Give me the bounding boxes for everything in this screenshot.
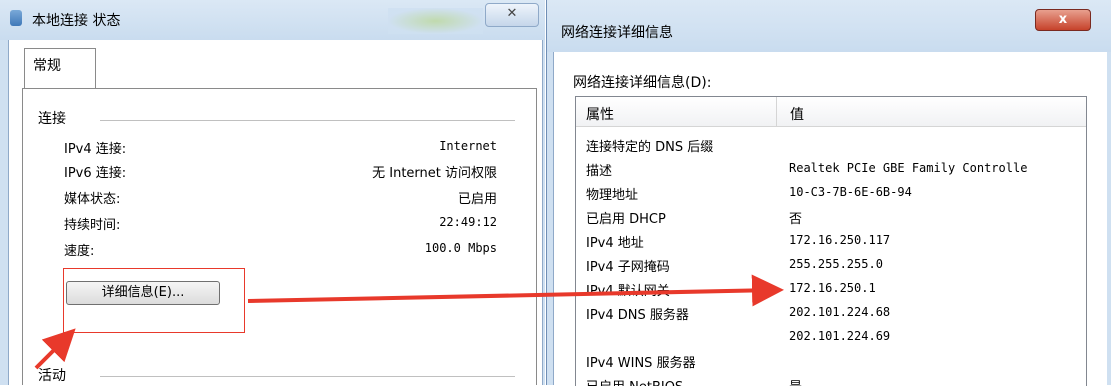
list-item-property: IPv4 DNS 服务器 <box>586 308 689 323</box>
left-window-title: 本地连接 状态 <box>32 13 121 29</box>
media-state-value: 已启用 <box>457 192 497 207</box>
list-item-property: 连接特定的 DNS 后缀 <box>586 140 714 155</box>
group-connection-divider <box>100 120 515 121</box>
details-list-label: 网络连接详细信息(D): <box>573 75 712 91</box>
media-state-label: 媒体状态: <box>64 192 121 207</box>
tab-content-frame <box>22 88 537 385</box>
speed-label: 速度: <box>64 244 95 259</box>
list-item-value: Realtek PCIe GBE Family Controlle <box>789 161 1028 175</box>
list-item-value: 否 <box>789 212 803 227</box>
list-item-property: IPv4 WINS 服务器 <box>586 356 696 371</box>
list-item-property: IPv4 地址 <box>586 236 644 251</box>
group-activity-divider <box>100 376 515 377</box>
details-button[interactable]: 详细信息(E)... <box>66 281 220 305</box>
tab-general[interactable]: 常规 <box>24 48 96 88</box>
list-item-property: 描述 <box>586 164 613 179</box>
ipv6-connection-value: 无 Internet 访问权限 <box>372 166 497 181</box>
duration-value: 22:49:12 <box>439 215 497 229</box>
close-icon[interactable]: x <box>1035 9 1091 31</box>
title-bar-decoration <box>388 8 483 34</box>
network-connection-details-window: 网络连接详细信息 x 网络连接详细信息(D): 属性 值 连接特定的 DNS 后… <box>546 0 1111 386</box>
list-header: 属性 值 <box>576 97 1086 127</box>
ipv4-connection-value: Internet <box>439 139 497 153</box>
list-item-value: 202.101.224.68 <box>789 305 891 319</box>
column-separator[interactable] <box>776 97 777 126</box>
speed-value: 100.0 Mbps <box>424 241 497 255</box>
details-list-view[interactable]: 属性 值 连接特定的 DNS 后缀 描述 Realtek PCIe GBE Fa… <box>575 96 1087 386</box>
left-title-bar[interactable]: 本地连接 状态 ✕ <box>0 0 545 40</box>
list-item-value: 172.16.250.1 <box>789 281 876 295</box>
group-activity-label: 活动 <box>38 368 66 384</box>
right-title-bar[interactable]: 网络连接详细信息 x <box>547 0 1111 52</box>
group-connection-label: 连接 <box>38 111 66 127</box>
list-item-value: 10-C3-7B-6E-6B-94 <box>789 185 912 199</box>
local-connection-status-window: 本地连接 状态 ✕ 常规 连接 IPv4 连接: Internet IPv6 连… <box>0 0 545 385</box>
list-item-property: IPv4 默认网关 <box>586 284 670 299</box>
column-header-value[interactable]: 值 <box>790 104 804 124</box>
left-close-button[interactable]: ✕ <box>485 3 539 27</box>
list-item-value: 172.16.250.117 <box>789 233 891 247</box>
column-header-property[interactable]: 属性 <box>586 104 614 124</box>
list-item-property: IPv4 子网掩码 <box>586 260 670 275</box>
ipv4-connection-label: IPv4 连接: <box>64 142 127 157</box>
duration-label: 持续时间: <box>64 218 121 233</box>
network-adapter-icon <box>10 10 22 26</box>
list-item-property: 物理地址 <box>586 188 639 203</box>
list-item-value: 202.101.224.69 <box>789 329 891 343</box>
right-window-title: 网络连接详细信息 <box>561 25 673 41</box>
list-item-property: 已启用 DHCP <box>586 212 666 227</box>
ipv6-connection-label: IPv6 连接: <box>64 166 127 181</box>
list-item-value: 255.255.255.0 <box>789 257 883 271</box>
